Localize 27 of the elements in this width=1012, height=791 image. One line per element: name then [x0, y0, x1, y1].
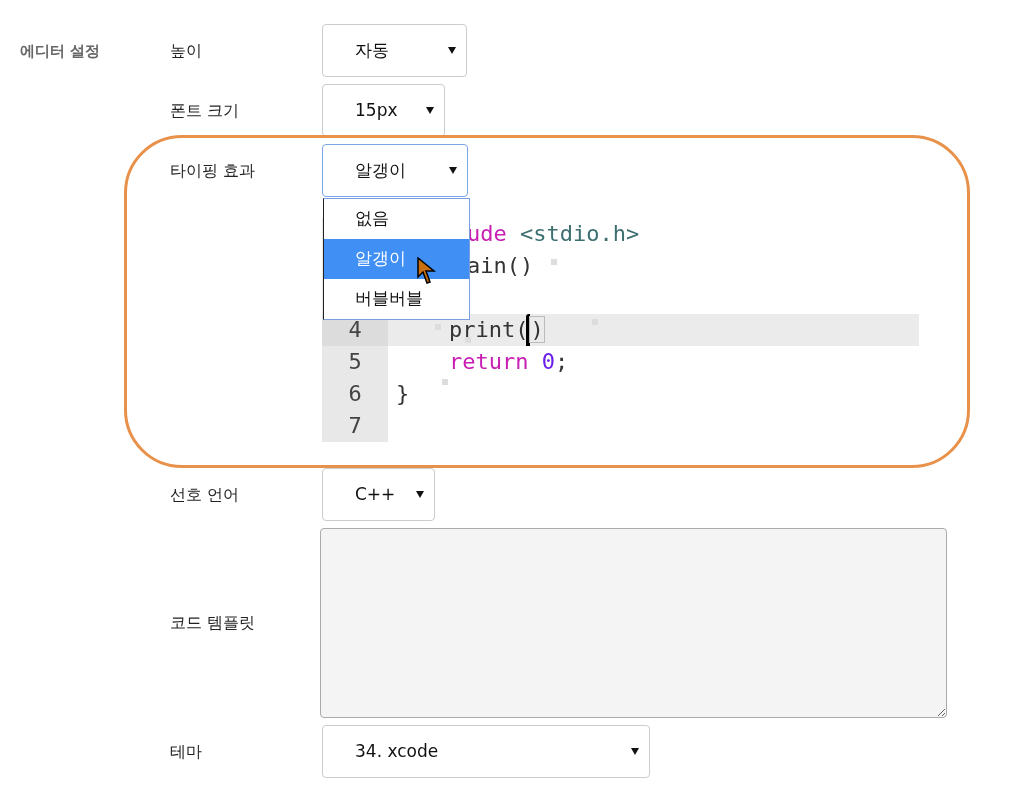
- line-number: 5: [322, 346, 388, 378]
- caret-icon: [426, 107, 434, 114]
- select-field[interactable]: C++: [322, 468, 435, 521]
- code-line: }: [396, 380, 410, 408]
- setting-label: 테마: [170, 740, 203, 763]
- caret-icon: [416, 491, 424, 498]
- code-line: return 0;: [447, 348, 569, 376]
- caret-icon: [449, 167, 457, 174]
- select-field[interactable]: 34. xcode: [322, 725, 650, 778]
- setting-label: 코드 템플릿: [170, 612, 257, 634]
- section-label: 에디터 설정: [20, 41, 102, 62]
- setting-label: 높이: [170, 39, 203, 62]
- caret-icon: [631, 748, 639, 755]
- setting-label: 선호 언어: [170, 483, 241, 506]
- line-number: 6: [322, 378, 388, 410]
- particle-icon: [442, 379, 448, 385]
- particle-icon: [551, 259, 557, 265]
- code-template-field[interactable]: [320, 528, 947, 718]
- caret-icon: [448, 47, 456, 54]
- line-number: 7: [322, 410, 388, 442]
- mouse-pointer-icon: [417, 257, 437, 285]
- dropdown-option[interactable]: 없음: [324, 199, 469, 239]
- select-field[interactable]: 자동: [322, 24, 467, 77]
- select-field[interactable]: 15px: [322, 84, 445, 137]
- code-line: ain(): [467, 252, 534, 280]
- setting-label: 폰트 크기: [170, 99, 241, 122]
- setting-label: 타이핑 효과: [170, 159, 257, 182]
